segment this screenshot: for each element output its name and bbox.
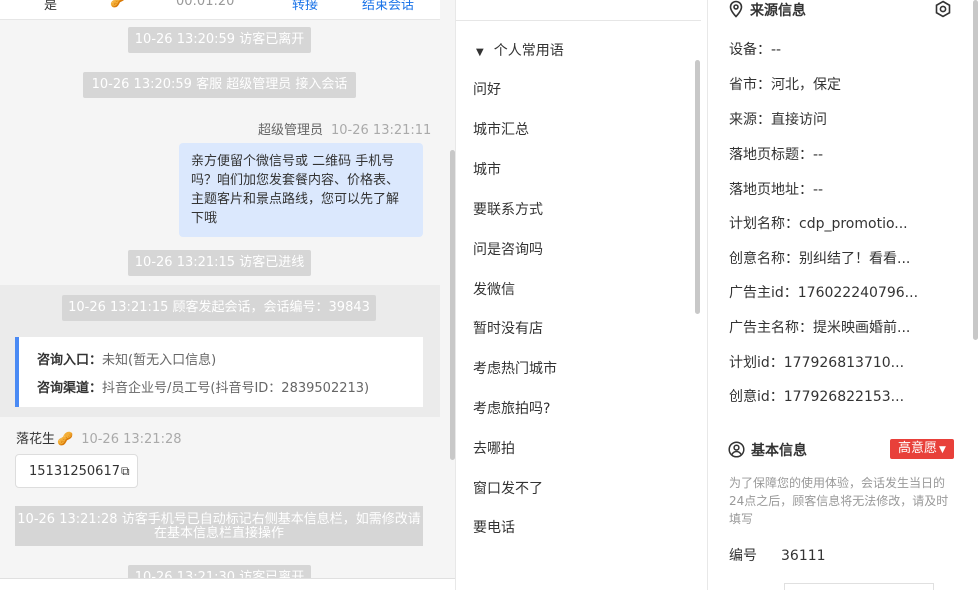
peanut-icon: 🥜	[110, 0, 127, 9]
agent-message-bubble: 亲方便留个微信号或 二维码 手机号吗？咱们加您发套餐内容、价格表、主题客片和景点…	[179, 143, 423, 237]
entry-label: 咨询入口：	[37, 353, 103, 368]
field-advertiser-name: 广告主名称：提米映画婚前...	[729, 320, 911, 336]
field-creative-name: 创意名称：别纠结了！看看...	[729, 251, 911, 267]
agent-message-meta: 超级管理员 10-26 13:21:11	[258, 119, 431, 138]
channel-value: 抖音企业号/员工号(抖音号ID：2839502213)	[102, 381, 370, 396]
agent-name: 超级管理员	[258, 123, 324, 138]
phrase-item[interactable]: 去哪拍	[473, 438, 515, 458]
basic-info-title: 基本信息	[751, 443, 807, 459]
system-message: 10-26 13:21:28 访客手机号已自动标记右侧基本信息栏，如需修改请在基…	[15, 506, 423, 546]
source-info-header: 来源信息	[728, 0, 806, 20]
system-message: 10-26 13:20:59 访客已离开	[128, 27, 311, 53]
info-scrollbar[interactable]	[973, 0, 978, 340]
field-landing-title: 落地页标题：--	[729, 147, 824, 163]
phrases-scrollbar[interactable]	[695, 60, 700, 314]
phrase-item[interactable]: 考虑热门城市	[473, 358, 557, 378]
field-landing-url: 落地页地址：--	[729, 182, 824, 198]
field-advertiser-id: 广告主id：176022240796...	[729, 285, 919, 301]
visitor-message-meta: 落花生 🥜 10-26 13:21:28	[16, 428, 182, 447]
phrase-item[interactable]: 城市	[473, 159, 501, 179]
location-pin-icon	[729, 0, 743, 18]
message-time: 10-26 13:21:11	[331, 123, 432, 138]
system-message: 10-26 13:21:15 访客已进线	[128, 250, 311, 276]
caret-down-icon: ▼	[939, 445, 946, 455]
peanut-icon: 🥜	[57, 432, 74, 447]
intent-tag-dropdown[interactable]: 高意愿 ▼	[890, 439, 954, 459]
field-origin: 来源：直接访问	[729, 112, 827, 128]
session-status: 是	[44, 0, 58, 13]
field-plan-name: 计划名称：cdp_promotio...	[729, 216, 908, 232]
basic-info-header: 基本信息	[728, 440, 807, 460]
phrase-item[interactable]: 问好	[473, 79, 501, 99]
phrase-group-header[interactable]: ▼ 个人常用语	[476, 40, 564, 60]
common-phrases-panel: ▼ 个人常用语 问好 城市汇总 城市 要联系方式 问是咨询吗 发微信 暂时没有店 …	[456, 0, 708, 590]
chat-input-toolbar	[0, 578, 455, 590]
next-field-input[interactable]	[784, 583, 934, 590]
chat-scrollbar[interactable]	[450, 150, 455, 460]
intent-tag-label: 高意愿	[898, 441, 938, 456]
settings-icon[interactable]	[934, 0, 952, 18]
phrase-item[interactable]: 窗口发不了	[473, 478, 543, 498]
user-icon	[728, 441, 745, 458]
phrase-item[interactable]: 发微信	[473, 279, 515, 299]
phrase-group-label: 个人常用语	[493, 43, 564, 59]
field-province: 省市：河北，保定	[729, 77, 841, 93]
code-value: 36111	[781, 548, 826, 564]
phrase-item[interactable]: 要联系方式	[473, 199, 543, 219]
entry-info-card: 咨询入口：未知(暂无入口信息) 咨询渠道：抖音企业号/员工号(抖音号ID：283…	[15, 337, 423, 407]
phrase-item[interactable]: 问是咨询吗	[473, 239, 543, 259]
transfer-button[interactable]: 转接	[292, 0, 318, 13]
end-session-button[interactable]: 结束会话	[362, 0, 414, 13]
system-message: 10-26 13:20:59 客服 超级管理员 接入会话	[83, 72, 356, 98]
channel-label: 咨询渠道：	[37, 381, 103, 396]
field-device: 设备：--	[729, 42, 782, 58]
session-toolbar: 是 🥜 00:01:20 转接 结束会话	[0, 0, 440, 20]
field-plan-id: 计划id：177926813710...	[729, 355, 905, 371]
phrase-item[interactable]: 考虑旅拍吗?	[473, 398, 550, 418]
field-code: 编号 36111	[729, 545, 826, 565]
visitor-phone: 15131250617	[29, 464, 120, 479]
phrase-item[interactable]: 要电话	[473, 517, 515, 537]
visitor-name: 落花生	[16, 432, 56, 447]
field-creative-id: 创意id：177926822153...	[729, 389, 905, 405]
edit-notice: 为了保障您的使用体验，会话发生当日的24点之后，顾客信息将无法修改，请及时填写	[729, 476, 949, 526]
visitor-phone-message: 15131250617⧉	[15, 454, 138, 488]
message-time: 10-26 13:21:28	[81, 432, 182, 447]
customer-info-panel: 来源信息 设备：-- 省市：河北，保定 来源：直接访问 落地页标题：-- 落地页…	[708, 0, 978, 590]
entry-value: 未知(暂无入口信息)	[102, 353, 217, 368]
divider	[456, 20, 701, 21]
phrase-item[interactable]: 暂时没有店	[473, 318, 543, 338]
system-message: 10-26 13:21:15 顾客发起会话，会话编号：39843	[62, 295, 376, 321]
source-info-title: 来源信息	[750, 3, 806, 19]
code-label: 编号	[729, 548, 757, 564]
chat-panel: 是 🥜 00:01:20 转接 结束会话 10-26 13:20:59 访客已离…	[0, 0, 456, 590]
session-duration: 00:01:20	[176, 0, 235, 9]
caret-down-icon: ▼	[476, 47, 484, 58]
phrase-item[interactable]: 城市汇总	[473, 119, 529, 139]
copy-icon[interactable]: ⧉	[121, 464, 130, 478]
